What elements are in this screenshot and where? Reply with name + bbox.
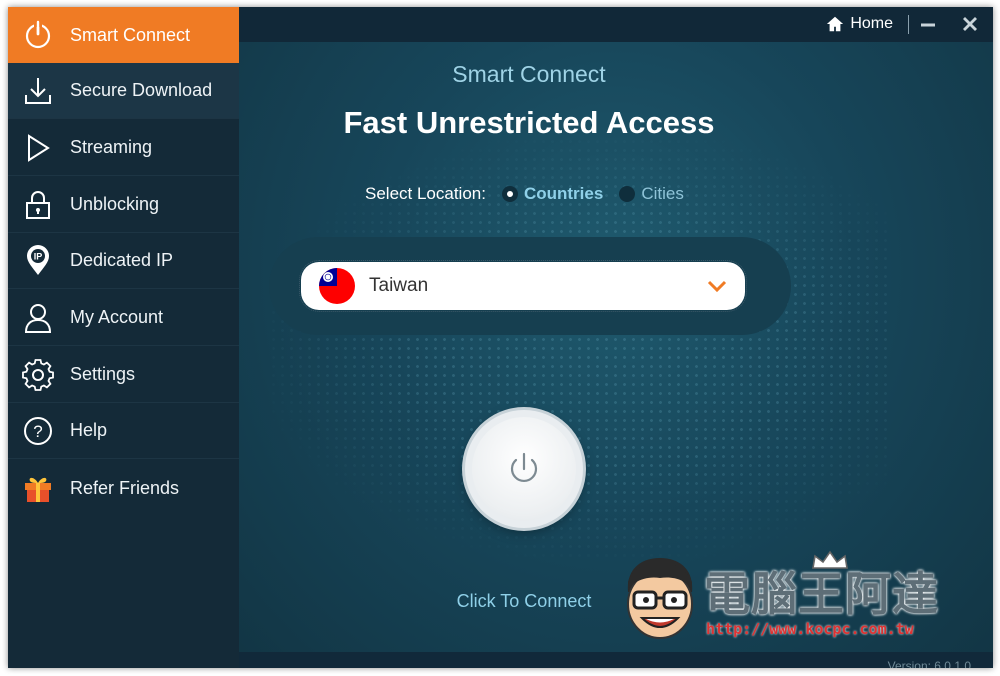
power-icon: [510, 452, 538, 482]
location-label: Select Location:: [365, 184, 486, 203]
sidebar-item-label: Smart Connect: [70, 24, 191, 45]
minimize-icon: [921, 23, 935, 27]
home-button[interactable]: Home: [826, 13, 893, 35]
watermark-title: 電腦王阿達: [704, 567, 939, 621]
sidebar-item-label: My Account: [70, 307, 164, 327]
home-icon: [827, 16, 844, 32]
ip-pin-icon: IP: [20, 243, 56, 279]
radio-dot-selected: [501, 186, 518, 202]
status-bar: [239, 652, 993, 668]
mascot-logo-icon: [627, 558, 693, 639]
connect-label[interactable]: Click To Connect: [449, 591, 599, 612]
selected-location: Taiwan: [369, 275, 429, 296]
minimize-button[interactable]: [915, 12, 941, 36]
sidebar-item-label: Secure Download: [70, 80, 213, 100]
gear-icon: [20, 357, 56, 393]
power-icon: [20, 17, 56, 53]
sidebar-item-refer-friends[interactable]: Refer Friends: [8, 460, 239, 516]
sidebar-item-label: Refer Friends: [70, 477, 180, 498]
connect-button[interactable]: [465, 410, 583, 528]
section-subtitle: Smart Connect: [452, 61, 606, 87]
download-icon: [20, 73, 56, 109]
sidebar-item-label: Dedicated IP: [70, 250, 174, 270]
location-dropdown[interactable]: Taiwan: [299, 260, 747, 312]
svg-text:IP: IP: [34, 251, 43, 261]
sidebar-item-streaming[interactable]: Streaming: [8, 120, 239, 176]
radio-countries[interactable]: Countries: [501, 184, 604, 204]
home-label: Home: [850, 15, 893, 32]
radio-cities[interactable]: Cities: [619, 184, 684, 204]
sidebar-item-help[interactable]: ? Help: [8, 403, 239, 459]
watermark: 電腦王阿達 http://www.kocpc.com.tw: [620, 550, 960, 644]
lock-icon: [20, 187, 56, 223]
sidebar-item-secure-download[interactable]: Secure Download: [8, 63, 239, 119]
version-label: Version: 6.0.1.0: [887, 659, 971, 668]
sidebar-item-label: Unblocking: [70, 194, 160, 214]
help-icon: ?: [20, 413, 56, 449]
location-selector: Select Location: Countries Cities: [365, 183, 684, 205]
radio-cities-label: Cities: [641, 184, 684, 203]
sidebar-item-label: Help: [70, 420, 108, 440]
sidebar-item-settings[interactable]: Settings: [8, 347, 239, 403]
sidebar-item-unblocking[interactable]: Unblocking: [8, 177, 239, 233]
gift-icon: [20, 470, 56, 506]
play-icon: [20, 130, 56, 166]
user-icon: [20, 300, 56, 336]
title-bar: Home: [239, 7, 993, 42]
sidebar-item-label: Settings: [70, 364, 136, 384]
radio-dot: [619, 186, 636, 202]
page-title: Fast Unrestricted Access: [343, 105, 715, 140]
sidebar-item-my-account[interactable]: My Account: [8, 290, 239, 346]
watermark-url: http://www.kocpc.com.tw: [706, 620, 914, 638]
chevron-down-icon: [707, 280, 727, 293]
close-button[interactable]: [957, 12, 983, 36]
svg-text:?: ?: [33, 422, 42, 441]
radio-countries-label: Countries: [523, 184, 604, 203]
sidebar-item-dedicated-ip[interactable]: IP Dedicated IP: [8, 233, 239, 289]
title-separator: [908, 15, 909, 34]
sidebar-item-smart-connect[interactable]: Smart Connect: [8, 7, 239, 63]
sidebar: Smart Connect Secure Download Streaming …: [8, 7, 239, 668]
connect-button-face: [472, 417, 576, 521]
close-icon: [963, 17, 977, 31]
taiwan-flag-icon: [319, 268, 355, 304]
sidebar-item-label: Streaming: [70, 137, 153, 157]
